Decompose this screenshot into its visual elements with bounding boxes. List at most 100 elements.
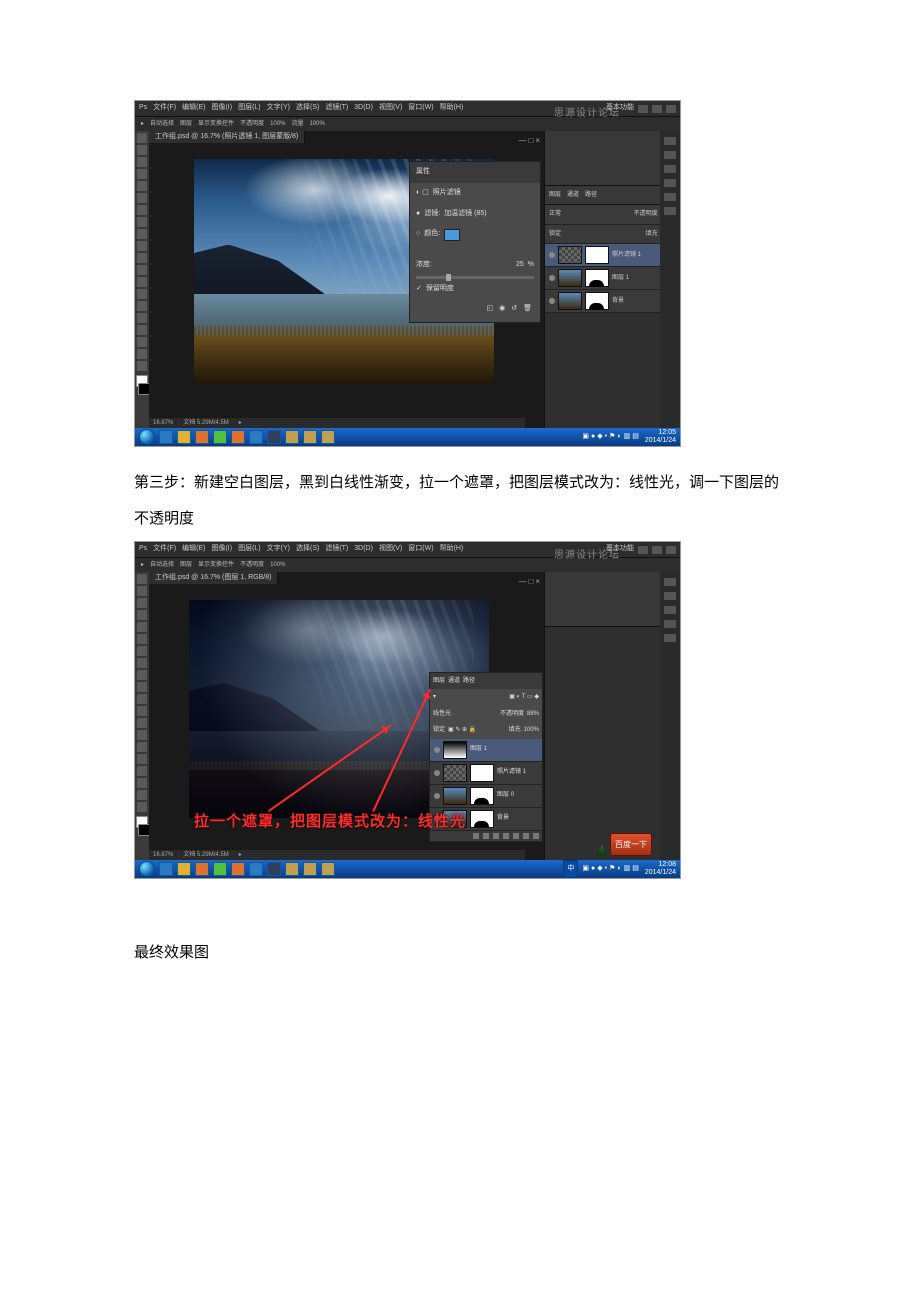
menu-3d[interactable]: 3D(D) xyxy=(354,101,373,116)
doc-minimize-icon[interactable]: — xyxy=(518,572,526,591)
menu-image[interactable]: 图像(I) xyxy=(211,542,232,557)
adjustment-icon[interactable] xyxy=(503,833,509,839)
tab-channels[interactable]: 通道 xyxy=(448,674,460,688)
crop-tool-icon[interactable] xyxy=(137,181,147,191)
pen-tool-icon[interactable] xyxy=(137,301,147,311)
visibility-icon[interactable] xyxy=(549,275,555,281)
tab-paths[interactable]: 路径 xyxy=(585,188,597,202)
taskbar-icon[interactable] xyxy=(249,862,263,876)
pen-tool-icon[interactable] xyxy=(137,742,147,752)
eraser-tool-icon[interactable] xyxy=(137,253,147,263)
taskbar-icon[interactable] xyxy=(177,430,191,444)
taskbar-explorer-icon[interactable] xyxy=(285,430,299,444)
fx-icon[interactable] xyxy=(483,833,489,839)
layer-photo-filter[interactable]: 照片滤镜 1 xyxy=(430,762,542,785)
opt-layer[interactable]: 图层 xyxy=(180,117,192,131)
mask-icon[interactable] xyxy=(493,833,499,839)
taskbar-icon[interactable] xyxy=(195,430,209,444)
search-widget[interactable]: 百度一下 xyxy=(610,833,652,856)
start-button-icon[interactable] xyxy=(139,861,155,877)
type-tool-icon[interactable] xyxy=(137,313,147,323)
taskbar-icon[interactable] xyxy=(249,430,263,444)
history-brush-icon[interactable] xyxy=(137,682,147,692)
panel-icon[interactable] xyxy=(664,151,676,159)
menu-view[interactable]: 视图(V) xyxy=(379,101,402,116)
opt-opacity-value[interactable]: 100% xyxy=(270,558,285,572)
eyedropper-tool-icon[interactable] xyxy=(137,193,147,203)
fill-value[interactable]: 100% xyxy=(524,723,539,737)
taskbar-icon[interactable] xyxy=(321,430,335,444)
menu-edit[interactable]: 编辑(E) xyxy=(182,101,205,116)
taskbar-clock[interactable]: 12:05 2014/1/24 xyxy=(645,429,676,444)
panel-icon[interactable] xyxy=(664,606,676,614)
opt-transform[interactable]: 显示变换控件 xyxy=(198,558,234,572)
opt-layer[interactable]: 图层 xyxy=(180,558,192,572)
menu-file[interactable]: 文件(F) xyxy=(153,542,176,557)
lasso-tool-icon[interactable] xyxy=(137,157,147,167)
layer-mask[interactable] xyxy=(585,269,609,287)
taskbar-icon[interactable] xyxy=(195,862,209,876)
menu-window[interactable]: 窗口(W) xyxy=(408,542,433,557)
crop-tool-icon[interactable] xyxy=(137,622,147,632)
taskbar-icon[interactable] xyxy=(303,862,317,876)
visibility-icon[interactable] xyxy=(434,793,440,799)
opt-flow-value[interactable]: 100% xyxy=(309,117,324,131)
blend-mode[interactable]: 线性光 xyxy=(433,707,451,721)
marquee-tool-icon[interactable] xyxy=(137,145,147,155)
heal-tool-icon[interactable] xyxy=(137,646,147,656)
workspace-label[interactable]: 基本功能 xyxy=(606,100,634,117)
menu-layer[interactable]: 图层(L) xyxy=(238,101,261,116)
menu-layer[interactable]: 图层(L) xyxy=(238,542,261,557)
group-icon[interactable] xyxy=(513,833,519,839)
menu-edit[interactable]: 编辑(E) xyxy=(182,542,205,557)
document-tab[interactable]: 工作组.psd @ 16.7% (照片透镜 1, 图层蒙版/8) xyxy=(149,131,305,143)
shape-tool-icon[interactable] xyxy=(137,337,147,347)
lasso-tool-icon[interactable] xyxy=(137,598,147,608)
new-layer-icon[interactable] xyxy=(523,833,529,839)
taskbar-icon[interactable] xyxy=(231,862,245,876)
zoom-tool-icon[interactable] xyxy=(137,361,147,371)
layer-mask[interactable] xyxy=(585,246,609,264)
opt-autoselect[interactable]: 自动选择 xyxy=(150,558,174,572)
dodge-tool-icon[interactable] xyxy=(137,730,147,740)
panel-icon[interactable] xyxy=(664,179,676,187)
taskbar-icon[interactable] xyxy=(213,862,227,876)
opt-transform[interactable]: 显示变换控件 xyxy=(198,117,234,131)
blend-mode[interactable]: 正常 xyxy=(549,207,561,221)
menu-file[interactable]: 文件(F) xyxy=(153,101,176,116)
menu-help[interactable]: 帮助(H) xyxy=(440,101,464,116)
desktop-widget[interactable]: 百度一下 xyxy=(597,833,652,856)
marquee-tool-icon[interactable] xyxy=(137,586,147,596)
blur-tool-icon[interactable] xyxy=(137,718,147,728)
layer-mask[interactable] xyxy=(470,787,494,805)
view-icon[interactable]: ◉ xyxy=(499,301,505,318)
taskbar-explorer-icon[interactable] xyxy=(285,862,299,876)
taskbar-icon[interactable] xyxy=(159,862,173,876)
trash-icon[interactable] xyxy=(533,833,539,839)
history-brush-icon[interactable] xyxy=(137,241,147,251)
path-tool-icon[interactable] xyxy=(137,325,147,335)
taskbar-icon[interactable] xyxy=(213,430,227,444)
minimize-icon[interactable] xyxy=(638,546,648,554)
shape-tool-icon[interactable] xyxy=(137,778,147,788)
layer-gradient[interactable]: 图层 1 xyxy=(430,739,542,762)
taskbar-photoshop-icon[interactable] xyxy=(267,430,281,444)
eyedropper-tool-icon[interactable] xyxy=(137,634,147,644)
panel-icon[interactable] xyxy=(664,592,676,600)
taskbar-icon[interactable] xyxy=(159,430,173,444)
blur-tool-icon[interactable] xyxy=(137,277,147,287)
menu-filter[interactable]: 滤镜(T) xyxy=(325,542,348,557)
taskbar-photoshop-icon[interactable] xyxy=(267,862,281,876)
menu-view[interactable]: 视图(V) xyxy=(379,542,402,557)
wand-tool-icon[interactable] xyxy=(137,169,147,179)
ime-indicator[interactable]: 中 xyxy=(563,860,578,879)
doc-minimize-icon[interactable]: — xyxy=(518,131,526,150)
taskbar-icon[interactable] xyxy=(177,862,191,876)
taskbar-icon[interactable] xyxy=(231,430,245,444)
tray-icons[interactable]: ▣●◆•⚑◐▥▤ xyxy=(582,429,640,446)
reset-icon[interactable]: ↺ xyxy=(511,301,517,318)
link-icon[interactable] xyxy=(473,833,479,839)
doc-close-icon[interactable]: × xyxy=(535,572,540,591)
tab-layers[interactable]: 图层 xyxy=(433,674,445,688)
menu-filter[interactable]: 滤镜(T) xyxy=(325,101,348,116)
